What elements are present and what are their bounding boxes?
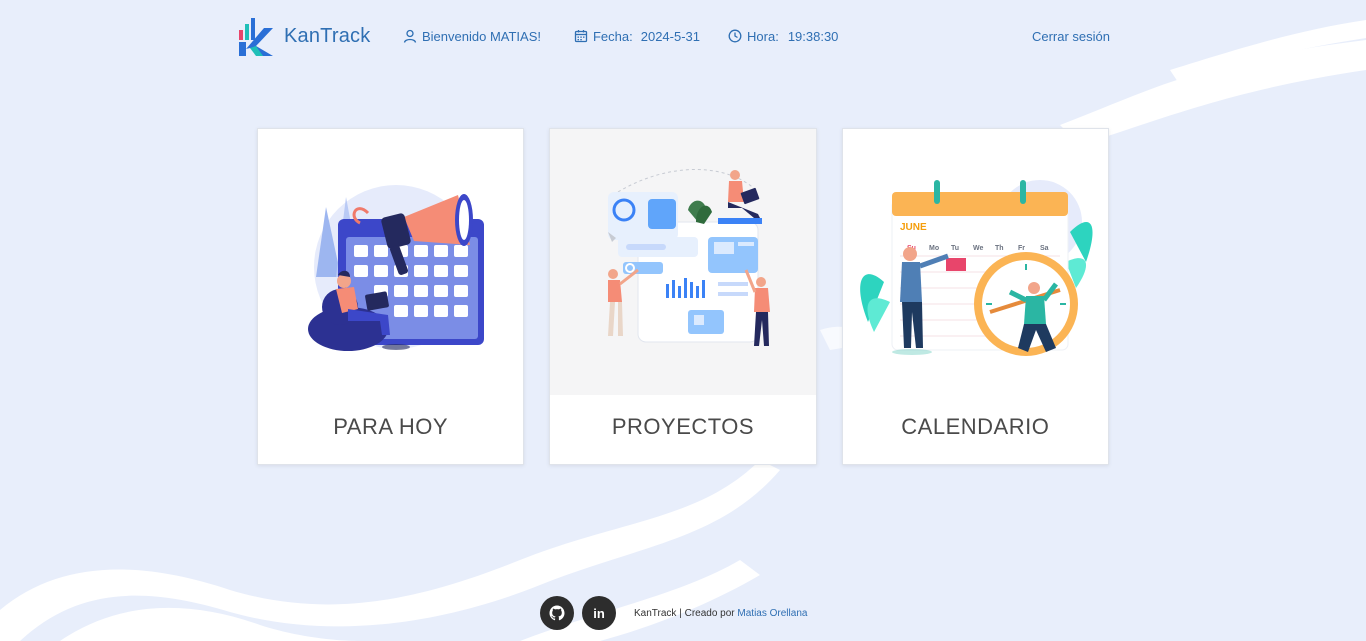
weekday-th: Th — [995, 245, 1004, 252]
card-proyectos-title: PROYECTOS — [611, 413, 755, 439]
time-value: 19:38:30 — [787, 28, 839, 44]
card-para-hoy-title: PARA HOY — [333, 413, 449, 439]
calendar-month-label: JUNE — [900, 222, 927, 233]
footer-created-by: Creado por — [684, 607, 735, 619]
weekday-we: We — [973, 245, 983, 252]
calendar-clock-illustration: JUNE Su Mo Tu We Th Fr Sa — [860, 180, 1093, 356]
linkedin-icon: in — [593, 605, 605, 621]
weekday-fr: Fr — [1018, 245, 1025, 252]
github-icon — [549, 605, 565, 621]
card-calendario[interactable]: JUNE Su Mo Tu We Th Fr Sa — [841, 128, 1109, 465]
time-label: Hora: — [747, 28, 779, 44]
app-name: KanTrack — [284, 24, 371, 47]
footer: in KanTrack | Creado por Matias Orellana — [540, 596, 807, 630]
welcome-text: Bienvenido MATIAS! — [422, 28, 541, 44]
kantrack-logo[interactable]: KanTrack — [238, 16, 403, 56]
user-icon — [403, 29, 417, 43]
footer-brand: KanTrack — [634, 607, 677, 619]
kantrack-logo-icon — [239, 18, 273, 56]
logout-link[interactable]: Cerrar sesión — [1032, 29, 1110, 44]
card-calendario-title: CALENDARIO — [901, 413, 1050, 439]
module-cards: PARA HOY PROYECTOS JUNE Mo Tu We Th Fr S… — [257, 128, 1109, 465]
footer-credits: KanTrack | Creado por Matias Orellana — [634, 608, 807, 619]
card-calendario-image: JUNE Su Mo Tu We Th Fr Sa — [843, 129, 1108, 395]
date-value: 2024-5-31 — [640, 28, 701, 44]
welcome-message: Bienvenido MATIAS! — [403, 29, 541, 44]
card-proyectos[interactable]: PROYECTOS — [549, 128, 817, 465]
github-button[interactable] — [540, 596, 574, 630]
card-proyectos-image — [550, 129, 816, 395]
calendar-icon — [574, 30, 588, 43]
linkedin-button[interactable]: in — [582, 596, 616, 630]
weekday-sa: Sa — [1040, 245, 1049, 252]
clock-icon — [728, 29, 742, 43]
project-dashboard-illustration — [607, 169, 770, 346]
footer-separator: | — [679, 607, 682, 619]
author-link[interactable]: Matias Orellana — [737, 608, 807, 619]
date-label: Fecha: — [592, 28, 633, 44]
megaphone-calendar-illustration — [307, 185, 484, 351]
weekday-tu: Tu — [951, 245, 959, 252]
top-navbar: KanTrack Bienvenido MATIAS! Fecha: 2024-… — [238, 14, 1110, 58]
card-para-hoy-image — [258, 129, 523, 395]
card-para-hoy[interactable]: PARA HOY — [257, 128, 525, 465]
time-display: Hora: 19:38:30 — [728, 29, 838, 44]
date-display: Fecha: 2024-5-31 — [574, 29, 700, 44]
weekday-mo: Mo — [929, 245, 939, 252]
